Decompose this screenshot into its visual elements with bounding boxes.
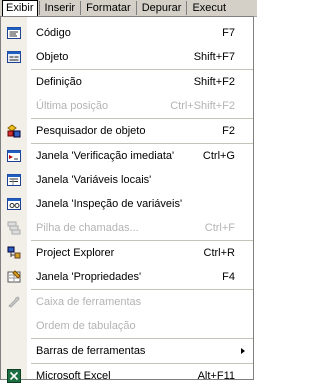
menu-item-label: Última posição [36,100,109,112]
object-browser-icon [7,124,21,138]
menu-separator [38,1,40,15]
object-form-icon [7,50,21,64]
menu-executar[interactable]: Execut [188,0,230,16]
watch-window-icon [7,197,21,211]
menu-item-shortcut: Ctrl+R [203,247,235,259]
menu-item-label: Caixa de ferramentas [36,296,142,308]
menu-item-label: Janela 'Propriedades' [36,271,142,283]
menu-item-shortcut: Shift+F2 [193,76,235,88]
menu-separator [135,1,137,15]
menu-item-label: Objeto [36,51,69,63]
menu-item-shortcut: Shift+F7 [193,51,235,63]
menu-item-label: Project Explorer [36,247,115,259]
code-window-icon [7,26,21,40]
menu-separator [80,1,82,15]
menu-item-shortcut: F7 [222,27,235,39]
menu-item-label: Código [36,27,71,39]
immediate-window-icon [7,149,21,163]
menu-item-ultima-posicao: Última posição Ctrl+Shift+F2 [1,94,253,118]
menu-item-codigo[interactable]: Código F7 [1,21,253,45]
menu-item-label: Janela 'Inspeção de variáveis' [36,198,183,210]
menu-item-pesquisador-objeto[interactable]: Pesquisador de objeto F2 [1,119,253,143]
locals-window-icon [7,173,21,187]
menu-item-label: Janela 'Variáveis locais' [36,174,152,186]
menu-item-ordem-tabulacao: Ordem de tabulação [1,314,253,338]
menu-item-inspecao-variaveis[interactable]: Janela 'Inspeção de variáveis' [1,192,253,216]
menu-bar: Exibir Inserir Formatar Depurar Execut [0,0,257,17]
menu-item-barras-ferramentas[interactable]: Barras de ferramentas [1,339,253,363]
call-stack-icon [7,221,21,235]
properties-window-icon [7,270,21,284]
menu-item-pilha-chamadas: Pilha de chamadas... Ctrl+F [1,216,253,240]
menu-depurar[interactable]: Depurar [138,0,186,16]
menu-exibir[interactable]: Exibir [2,0,38,16]
menu-item-microsoft-excel[interactable]: Microsoft Excel Alt+F11 [1,364,253,388]
menu-item-shortcut: Ctrl+Shift+F2 [170,100,235,112]
menu-item-definicao[interactable]: Definição Shift+F2 [1,70,253,94]
menu-item-shortcut: Alt+F11 [197,370,235,382]
submenu-arrow-icon [241,348,245,354]
exibir-dropdown-menu: Código F7 Objeto Shift+F7 Definição Shif… [0,16,254,383]
toolbox-icon [7,295,21,309]
menu-item-label: Pesquisador de objeto [36,125,146,137]
menu-item-label: Ordem de tabulação [36,320,136,332]
menu-item-variaveis-locais[interactable]: Janela 'Variáveis locais' [1,168,253,192]
menu-item-propriedades[interactable]: Janela 'Propriedades' F4 [1,265,253,289]
menu-item-objeto[interactable]: Objeto Shift+F7 [1,45,253,69]
menu-formatar[interactable]: Formatar [82,0,135,16]
project-explorer-icon [7,246,21,260]
menu-item-label: Microsoft Excel [36,370,111,382]
menu-item-label: Janela 'Verificação imediata' [36,150,175,162]
menu-inserir[interactable]: Inserir [41,0,80,16]
menu-item-shortcut: Ctrl+G [202,150,235,162]
menu-separator [186,1,188,15]
menu-item-verificacao-imediata[interactable]: Janela 'Verificação imediata' Ctrl+G [1,144,253,168]
menu-item-shortcut: F4 [222,271,235,283]
menu-item-label: Pilha de chamadas... [36,222,139,234]
menu-item-shortcut: F2 [222,125,235,137]
menu-item-label: Barras de ferramentas [36,345,146,357]
menu-item-shortcut: Ctrl+F [204,222,235,234]
menu-item-caixa-ferramentas: Caixa de ferramentas [1,290,253,314]
menu-item-project-explorer[interactable]: Project Explorer Ctrl+R [1,241,253,265]
menu-item-label: Definição [36,76,82,88]
